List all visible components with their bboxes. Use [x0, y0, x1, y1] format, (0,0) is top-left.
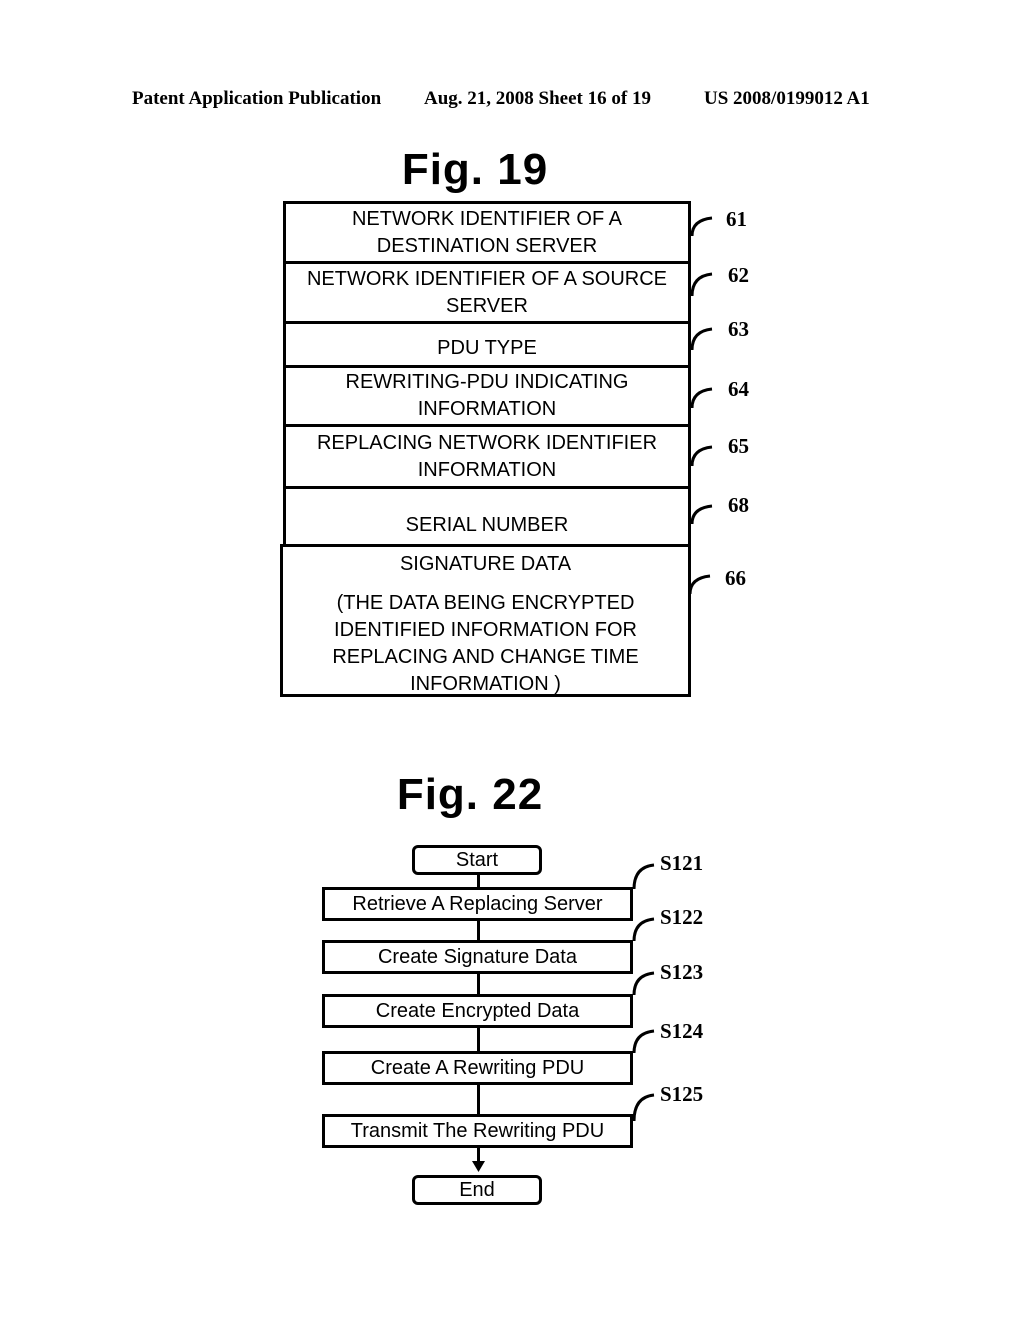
- fig22-leader-lines: [632, 863, 655, 1122]
- publication-label: Patent Application Publication: [132, 88, 382, 109]
- field-signature-data: SIGNATURE DATA (THE DATA BEING ENCRYPTED…: [280, 544, 691, 697]
- flow-step-s123: Create Encrypted Data: [322, 994, 633, 1028]
- leader-65: [690, 445, 713, 467]
- field-source-network-id: NETWORK IDENTIFIER OF A SOURCE SERVER: [283, 261, 691, 321]
- ref-s123: S123: [660, 960, 704, 984]
- leader-68: [690, 504, 713, 525]
- publication-number: US 2008/0199012 A1: [704, 88, 870, 109]
- flow-step-s125: Transmit The Rewriting PDU: [322, 1114, 633, 1148]
- ref-s122: S122: [660, 905, 704, 929]
- ref-62: 62: [728, 263, 749, 287]
- leader-s124: [632, 1029, 655, 1054]
- ref-s124: S124: [660, 1019, 704, 1043]
- field-destination-network-id: NETWORK IDENTIFIER OF A DESTINATION SERV…: [283, 201, 691, 261]
- field-label: REWRITING-PDU INDICATING INFORMATION: [345, 371, 629, 420]
- field-label: SIGNATURE DATA: [399, 553, 572, 575]
- field-label: REPLACING NETWORK IDENTIFIER INFORMATION: [316, 431, 658, 481]
- leader-s123: [632, 971, 655, 996]
- field-replacing-network-id: REPLACING NETWORK IDENTIFIER INFORMATION: [283, 424, 691, 486]
- ref-s125: S125: [660, 1082, 704, 1106]
- flow-step-s124: Create A Rewriting PDU: [322, 1051, 633, 1085]
- fig19-title: Fig. 19: [401, 145, 549, 194]
- field-serial-number: SERIAL NUMBER: [283, 486, 691, 544]
- field-sublabel: (THE DATA BEING ENCRYPTED IDENTIFIED INF…: [332, 592, 639, 695]
- arrow-down-icon: [472, 1161, 485, 1172]
- field-rewriting-pdu-info: REWRITING-PDU INDICATING INFORMATION: [283, 365, 691, 424]
- field-label: SERIAL NUMBER: [405, 514, 569, 536]
- field-label: PDU TYPE: [437, 337, 537, 359]
- fig22-title: Fig. 22: [396, 770, 544, 819]
- ref-63: 63: [728, 317, 749, 341]
- connector-line: [477, 974, 480, 994]
- connector-line: [477, 1085, 480, 1114]
- flow-start: Start: [412, 845, 542, 875]
- leader-s125: [632, 1093, 655, 1122]
- connector-line: [477, 875, 480, 887]
- leader-s122: [632, 917, 655, 942]
- leader-63: [690, 327, 713, 351]
- publication-date-sheet: Aug. 21, 2008 Sheet 16 of 19: [424, 88, 651, 109]
- connector-line: [477, 921, 480, 940]
- field-label: NETWORK IDENTIFIER OF A SOURCE SERVER: [306, 267, 668, 317]
- field-pdu-type: PDU TYPE: [283, 321, 691, 365]
- ref-68: 68: [728, 493, 749, 517]
- leader-61: [690, 216, 713, 237]
- leader-s121: [632, 863, 655, 890]
- field-label: NETWORK IDENTIFIER OF A DESTINATION SERV…: [351, 207, 622, 257]
- fig19-leader-lines: [688, 216, 713, 595]
- ref-61: 61: [726, 207, 747, 231]
- ref-66: 66: [725, 566, 746, 590]
- ref-64: 64: [728, 377, 749, 401]
- leader-62: [690, 272, 713, 297]
- ref-65: 65: [728, 434, 749, 458]
- leader-66: [688, 574, 711, 595]
- flow-step-s122: Create Signature Data: [322, 940, 633, 974]
- connector-line: [477, 1028, 480, 1051]
- ref-s121: S121: [660, 851, 704, 875]
- flow-step-s121: Retrieve A Replacing Server: [322, 887, 633, 921]
- leader-64: [690, 387, 713, 409]
- flow-end: End: [412, 1175, 542, 1205]
